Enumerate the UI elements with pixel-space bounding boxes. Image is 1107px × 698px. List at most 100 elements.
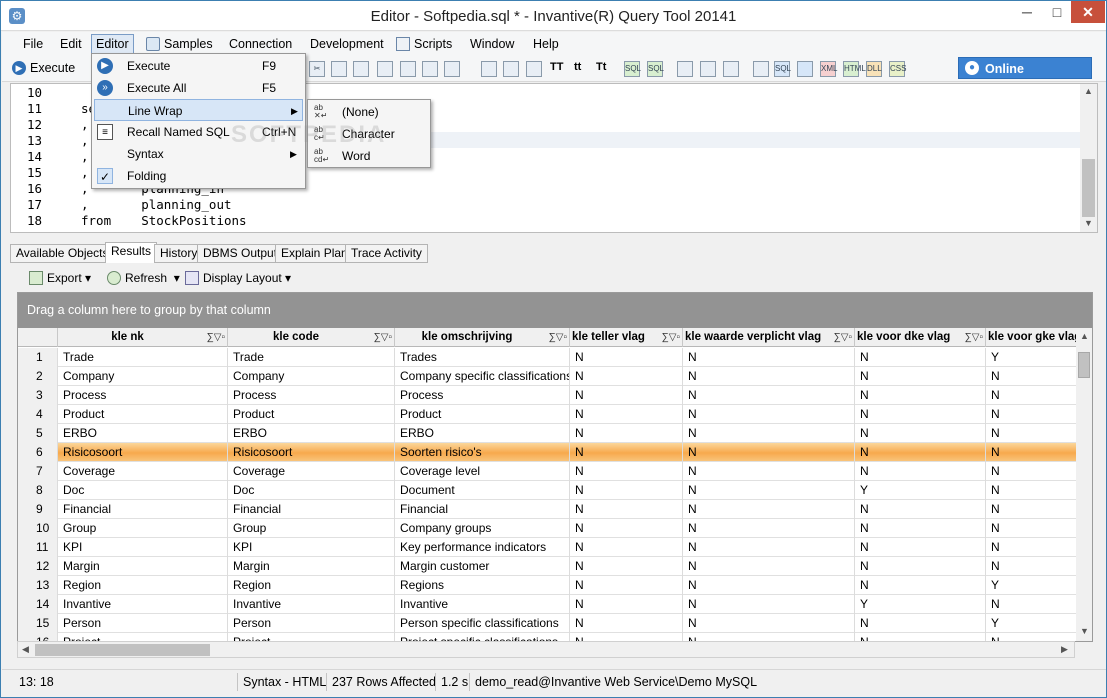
menu-editor[interactable]: Editor: [91, 34, 134, 55]
html-file-icon[interactable]: HTML: [843, 61, 866, 77]
editor-scrollbar[interactable]: ▲ ▼: [1080, 84, 1097, 232]
table-row[interactable]: 1 Trade Trade Trades N N N Y: [18, 348, 1078, 367]
table-cell[interactable]: Soorten risico's: [395, 443, 570, 462]
table-cell[interactable]: N: [855, 557, 986, 576]
table-row[interactable]: 9 Financial Financial Financial N N N N: [18, 500, 1078, 519]
diff-icon[interactable]: [700, 61, 716, 77]
menu-window[interactable]: Window: [466, 35, 518, 54]
table-cell[interactable]: Coverage: [58, 462, 228, 481]
sql-file-icon[interactable]: SQL: [774, 61, 791, 77]
table-cell[interactable]: N: [570, 424, 683, 443]
close-button[interactable]: ✕: [1071, 1, 1105, 23]
wrap-icon[interactable]: [444, 61, 460, 77]
outdent-icon[interactable]: [503, 61, 519, 77]
results-grid[interactable]: Drag a column here to group by that colu…: [17, 292, 1093, 642]
table-cell[interactable]: Invantive: [58, 595, 228, 614]
css-file-icon[interactable]: CSS: [889, 61, 906, 77]
scroll-down-icon[interactable]: ▼: [1080, 626, 1089, 636]
export-button[interactable]: Export ▾: [27, 269, 91, 287]
table-cell[interactable]: N: [683, 424, 855, 443]
uppercase-button[interactable]: TT: [550, 61, 563, 73]
table-cell[interactable]: Region: [228, 576, 395, 595]
menu-folding[interactable]: ✓ Folding: [94, 165, 303, 187]
table-cell[interactable]: N: [855, 576, 986, 595]
table-cell[interactable]: Document: [395, 481, 570, 500]
table-cell[interactable]: Product: [58, 405, 228, 424]
table-cell[interactable]: N: [986, 538, 1078, 557]
table-cell[interactable]: Margin: [58, 557, 228, 576]
row-number[interactable]: 5: [18, 424, 58, 443]
replace-icon[interactable]: [422, 61, 438, 77]
minimize-button[interactable]: ─: [1012, 1, 1042, 23]
table-cell[interactable]: Regions: [395, 576, 570, 595]
scroll-up-icon[interactable]: ▲: [1084, 86, 1093, 96]
table-cell[interactable]: N: [986, 405, 1078, 424]
maximize-button[interactable]: □: [1042, 1, 1072, 23]
table-cell[interactable]: Y: [855, 481, 986, 500]
table-cell[interactable]: Doc: [228, 481, 395, 500]
sql-export-icon[interactable]: SQL: [624, 61, 641, 77]
column-header[interactable]: kle voor gke vlag: [986, 328, 1078, 347]
row-number[interactable]: 14: [18, 595, 58, 614]
tab-explain-plan[interactable]: Explain Plan: [275, 244, 354, 263]
table-cell[interactable]: ERBO: [395, 424, 570, 443]
row-number[interactable]: 11: [18, 538, 58, 557]
document-icon[interactable]: [753, 61, 769, 77]
table-cell[interactable]: Y: [986, 614, 1078, 633]
menu-edit[interactable]: Edit: [56, 35, 86, 54]
menu-line-wrap[interactable]: Line Wrap ▶: [94, 99, 303, 121]
table-cell[interactable]: N: [855, 462, 986, 481]
sql-import-icon[interactable]: SQL: [647, 61, 664, 77]
table-cell[interactable]: N: [855, 367, 986, 386]
table-cell[interactable]: N: [683, 519, 855, 538]
table-cell[interactable]: N: [683, 538, 855, 557]
merge-icon[interactable]: [723, 61, 739, 77]
column-header[interactable]: kle voor dke vlag ∑▽▫: [855, 328, 986, 347]
table-cell[interactable]: Financial: [228, 500, 395, 519]
row-number[interactable]: 7: [18, 462, 58, 481]
table-cell[interactable]: N: [683, 386, 855, 405]
table-cell[interactable]: Group: [58, 519, 228, 538]
table-cell[interactable]: N: [855, 538, 986, 557]
table-cell[interactable]: Person specific classifications: [395, 614, 570, 633]
table-cell[interactable]: Y: [855, 595, 986, 614]
row-number[interactable]: 1: [18, 348, 58, 367]
grid-horizontal-scrollbar[interactable]: ◀ ▶: [17, 641, 1075, 658]
row-number[interactable]: 10: [18, 519, 58, 538]
table-cell[interactable]: Group: [228, 519, 395, 538]
table-cell[interactable]: N: [986, 557, 1078, 576]
table-row[interactable]: 4 Product Product Product N N N N: [18, 405, 1078, 424]
table-cell[interactable]: Company groups: [395, 519, 570, 538]
column-header[interactable]: kle teller vlag ∑▽▫: [570, 328, 683, 347]
table-cell[interactable]: N: [855, 424, 986, 443]
column-header[interactable]: kle omschrijving ∑▽▫: [395, 328, 570, 347]
csv-file-icon[interactable]: [797, 61, 813, 77]
table-cell[interactable]: N: [986, 424, 1078, 443]
table-cell[interactable]: Region: [58, 576, 228, 595]
table-cell[interactable]: Risicosoort: [228, 443, 395, 462]
table-cell[interactable]: ERBO: [58, 424, 228, 443]
table-cell[interactable]: Company: [58, 367, 228, 386]
wrap-none-option[interactable]: ab ✕↵ (None): [310, 101, 428, 123]
tab-dbms-output[interactable]: DBMS Output: [197, 244, 284, 263]
row-number[interactable]: 13: [18, 576, 58, 595]
table-cell[interactable]: N: [986, 481, 1078, 500]
table-cell[interactable]: N: [855, 614, 986, 633]
table-cell[interactable]: N: [855, 443, 986, 462]
row-number[interactable]: 9: [18, 500, 58, 519]
table-cell[interactable]: N: [683, 481, 855, 500]
paste-icon[interactable]: [353, 61, 369, 77]
table-cell[interactable]: N: [570, 614, 683, 633]
table-cell[interactable]: N: [986, 462, 1078, 481]
compare-icon[interactable]: [677, 61, 693, 77]
table-cell[interactable]: KPI: [228, 538, 395, 557]
table-cell[interactable]: N: [855, 519, 986, 538]
table-row[interactable]: 12 Margin Margin Margin customer N N N N: [18, 557, 1078, 576]
table-cell[interactable]: N: [986, 367, 1078, 386]
table-cell[interactable]: Key performance indicators: [395, 538, 570, 557]
xml-file-icon[interactable]: XML: [820, 61, 837, 77]
tab-history[interactable]: History: [154, 244, 204, 263]
find-icon[interactable]: [400, 61, 416, 77]
tab-trace-activity[interactable]: Trace Activity: [345, 244, 428, 263]
table-cell[interactable]: N: [683, 595, 855, 614]
